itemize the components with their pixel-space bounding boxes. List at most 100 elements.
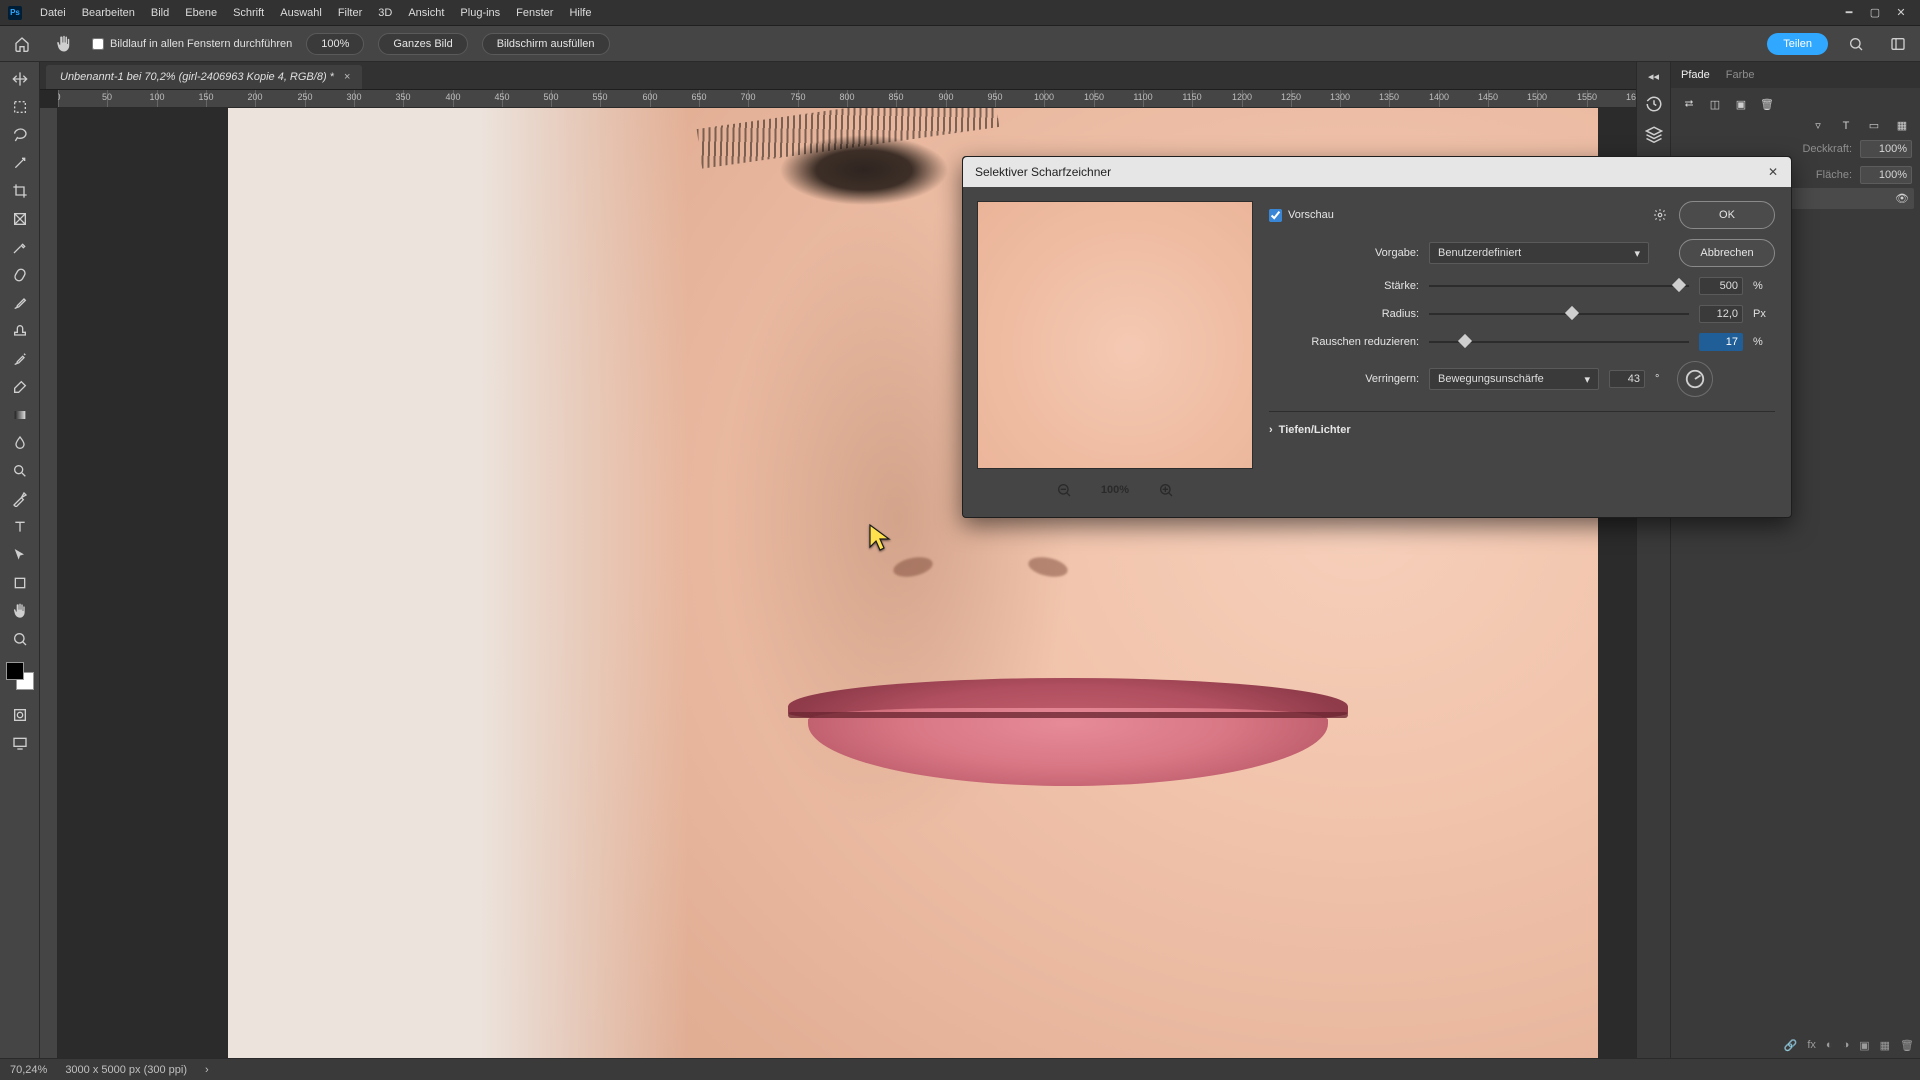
opacity-value[interactable] <box>1860 140 1912 158</box>
menu-hilfe[interactable]: Hilfe <box>561 0 599 26</box>
text-icon[interactable]: T <box>1836 120 1856 132</box>
tab-color[interactable]: Farbe <box>1726 69 1755 81</box>
wand-tool-icon[interactable] <box>6 150 34 176</box>
stamp-tool-icon[interactable] <box>6 318 34 344</box>
status-chevron-icon[interactable]: › <box>205 1064 209 1076</box>
menu-auswahl[interactable]: Auswahl <box>272 0 330 26</box>
preset-select[interactable]: Benutzerdefiniert ▾ <box>1429 242 1649 264</box>
noise-input[interactable] <box>1699 333 1743 351</box>
delete-layer-icon[interactable]: 🗑 <box>1900 1039 1914 1052</box>
trash-icon[interactable]: 🗑 <box>1757 98 1777 111</box>
heal-tool-icon[interactable] <box>6 262 34 288</box>
menu-fenster[interactable]: Fenster <box>508 0 561 26</box>
mask-add-icon[interactable]: ◐ <box>1826 1039 1833 1052</box>
status-doc-info[interactable]: 3000 x 5000 px (300 ppi) <box>65 1064 187 1076</box>
amount-input[interactable] <box>1699 277 1743 295</box>
blur-tool-icon[interactable] <box>6 430 34 456</box>
zoom-tool-icon[interactable] <box>6 626 34 652</box>
window-close-icon[interactable]: ✕ <box>1890 4 1912 22</box>
cancel-button[interactable]: Abbrechen <box>1679 239 1775 267</box>
quick-mask-icon[interactable] <box>6 702 34 728</box>
mask-icon[interactable]: ◫ <box>1705 98 1725 111</box>
fit-image-button[interactable]: Ganzes Bild <box>378 33 467 55</box>
brush-tool-icon[interactable] <box>6 290 34 316</box>
menu-bild[interactable]: Bild <box>143 0 177 26</box>
hand-tool-icon[interactable] <box>50 30 78 58</box>
shape-icon[interactable]: ▭ <box>1864 119 1884 132</box>
layers-panel-icon[interactable] <box>1645 125 1663 143</box>
path-select-tool-icon[interactable] <box>6 542 34 568</box>
status-zoom[interactable]: 70,24% <box>10 1064 47 1076</box>
shadows-highlights-expander[interactable]: › Tiefen/Lichter <box>1269 424 1775 436</box>
share-button[interactable]: Teilen <box>1767 33 1828 55</box>
zoom-out-icon[interactable] <box>1053 479 1075 501</box>
menu-filter[interactable]: Filter <box>330 0 370 26</box>
preview-checkbox[interactable]: Vorschau <box>1269 209 1334 222</box>
menu-schrift[interactable]: Schrift <box>225 0 272 26</box>
img-icon[interactable]: ▦ <box>1892 119 1912 132</box>
scroll-all-windows-checkbox[interactable]: Bildlauf in allen Fenstern durchführen <box>92 38 292 50</box>
pen-tool-icon[interactable] <box>6 486 34 512</box>
radius-input[interactable] <box>1699 305 1743 323</box>
tab-paths[interactable]: Pfade <box>1681 69 1710 81</box>
mask2-icon[interactable]: ▣ <box>1731 98 1751 111</box>
radius-slider[interactable] <box>1429 306 1689 322</box>
mouse-cursor-icon <box>868 523 894 553</box>
menu-ansicht[interactable]: Ansicht <box>400 0 452 26</box>
fx-icon[interactable]: fx <box>1807 1039 1816 1052</box>
group-icon[interactable]: ▣ <box>1859 1039 1869 1052</box>
amount-slider[interactable] <box>1429 278 1689 294</box>
dialog-preview[interactable] <box>977 201 1253 469</box>
angle-dial-icon[interactable] <box>1677 361 1713 397</box>
filter-icon[interactable]: ▿ <box>1808 119 1828 132</box>
remove-select[interactable]: Bewegungsunschärfe ▾ <box>1429 368 1599 390</box>
type-tool-icon[interactable] <box>6 514 34 540</box>
marquee-tool-icon[interactable] <box>6 94 34 120</box>
dialog-close-icon[interactable]: ✕ <box>1763 162 1783 182</box>
history-panel-icon[interactable] <box>1645 95 1663 113</box>
zoom-in-icon[interactable] <box>1155 479 1177 501</box>
visibility-icon-1[interactable]: 👁 <box>1892 192 1912 205</box>
zoom-100-button[interactable]: 100% <box>306 33 364 55</box>
menu-3d[interactable]: 3D <box>370 0 400 26</box>
ruler-horizontal[interactable]: 0501001502002503003504004505005506006507… <box>58 90 1636 108</box>
window-minimize-icon[interactable]: ━ <box>1838 4 1860 22</box>
search-icon[interactable] <box>1842 30 1870 58</box>
workspace-switcher-icon[interactable] <box>1884 30 1912 58</box>
dialog-settings-icon[interactable] <box>1651 206 1669 224</box>
new-layer-icon[interactable]: ▦ <box>1880 1039 1890 1052</box>
adjustment-icon[interactable]: ◑ <box>1843 1039 1850 1052</box>
document-tab[interactable]: Unbenannt-1 bei 70,2% (girl-2406963 Kopi… <box>46 65 362 89</box>
ok-button[interactable]: OK <box>1679 201 1775 229</box>
color-swatches[interactable] <box>6 662 34 690</box>
link-layers-icon[interactable]: 🔗 <box>1784 1039 1798 1052</box>
move-tool-icon[interactable] <box>6 66 34 92</box>
menu-bearbeiten[interactable]: Bearbeiten <box>74 0 143 26</box>
remove-angle-input[interactable] <box>1609 370 1645 388</box>
gradient-tool-icon[interactable] <box>6 402 34 428</box>
tab-close-icon[interactable]: × <box>344 71 350 83</box>
menu-datei[interactable]: Datei <box>32 0 74 26</box>
link-icon[interactable]: ⮂ <box>1679 98 1699 111</box>
menu-plugins[interactable]: Plug-ins <box>452 0 508 26</box>
expand-panels-icon[interactable]: ◂◂ <box>1648 70 1659 83</box>
frame-tool-icon[interactable] <box>6 206 34 232</box>
menu-ebene[interactable]: Ebene <box>177 0 225 26</box>
eyedropper-tool-icon[interactable] <box>6 234 34 260</box>
foreground-color-swatch[interactable] <box>6 662 24 680</box>
lasso-tool-icon[interactable] <box>6 122 34 148</box>
dodge-tool-icon[interactable] <box>6 458 34 484</box>
window-maximize-icon[interactable]: ▢ <box>1864 4 1886 22</box>
eraser-tool-icon[interactable] <box>6 374 34 400</box>
hand-tool-icon-2[interactable] <box>6 598 34 624</box>
dialog-titlebar[interactable]: Selektiver Scharfzeichner ✕ <box>963 157 1791 187</box>
ruler-vertical[interactable] <box>40 108 58 1058</box>
home-icon[interactable] <box>8 30 36 58</box>
crop-tool-icon[interactable] <box>6 178 34 204</box>
fill-value[interactable] <box>1860 166 1912 184</box>
shape-tool-icon[interactable] <box>6 570 34 596</box>
history-brush-tool-icon[interactable] <box>6 346 34 372</box>
screen-mode-icon[interactable] <box>6 730 34 756</box>
fill-screen-button[interactable]: Bildschirm ausfüllen <box>482 33 610 55</box>
noise-slider[interactable] <box>1429 334 1689 350</box>
